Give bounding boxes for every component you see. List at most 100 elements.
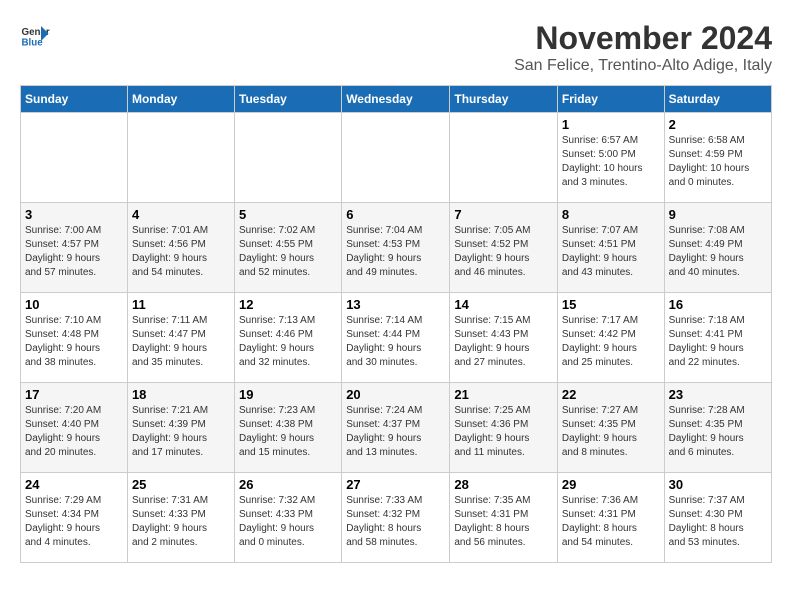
calendar-cell: 17Sunrise: 7:20 AM Sunset: 4:40 PM Dayli… <box>21 383 128 473</box>
header-tuesday: Tuesday <box>235 86 342 113</box>
calendar-cell: 1 Sunrise: 6:57 AM Sunset: 5:00 PM Daylig… <box>557 113 664 203</box>
day-info: Sunrise: 7:24 AM Sunset: 4:37 PM Dayligh… <box>346 404 445 460</box>
calendar-cell: 21 Sunrise: 7:25 AM Sunset: 4:36 PM Dayli… <box>450 383 558 473</box>
day-number: 23 <box>669 387 767 402</box>
calendar-cell: 4 Sunrise: 7:01 AM Sunset: 4:56 PM Daylig… <box>127 203 234 293</box>
day-number: 3 <box>25 207 123 222</box>
day-number: 8 <box>562 207 660 222</box>
day-number: 25 <box>132 477 230 492</box>
header-saturday: Saturday <box>664 86 771 113</box>
day-info: Sunrise: 7:36 AM Sunset: 4:31 PM Dayligh… <box>562 494 660 550</box>
day-info: Sunrise: 7:05 AM Sunset: 4:52 PM Dayligh… <box>454 224 553 280</box>
day-info: Sunrise: 7:08 AM Sunset: 4:49 PM Dayligh… <box>669 224 767 280</box>
calendar-header-row: SundayMondayTuesdayWednesdayThursdayFrid… <box>21 86 772 113</box>
day-number: 18 <box>132 387 230 402</box>
calendar-cell: 29 Sunrise: 7:36 AM Sunset: 4:31 PM Dayli… <box>557 473 664 563</box>
day-info: Sunrise: 7:15 AM Sunset: 4:43 PM Dayligh… <box>454 314 553 370</box>
day-number: 20 <box>346 387 445 402</box>
day-info: Sunrise: 7:33 AM Sunset: 4:32 PM Dayligh… <box>346 494 445 550</box>
svg-text:Blue: Blue <box>22 38 44 49</box>
header-sunday: Sunday <box>21 86 128 113</box>
day-info: Sunrise: 7:29 AM Sunset: 4:34 PM Dayligh… <box>25 494 123 550</box>
calendar-cell: 22 Sunrise: 7:27 AM Sunset: 4:35 PM Dayli… <box>557 383 664 473</box>
day-info: Sunrise: 7:13 AM Sunset: 4:46 PM Dayligh… <box>239 314 337 370</box>
title-block: November 2024 San Felice, Trentino-Alto … <box>514 20 772 75</box>
day-number: 9 <box>669 207 767 222</box>
calendar-cell: 27 Sunrise: 7:33 AM Sunset: 4:32 PM Dayli… <box>342 473 450 563</box>
calendar-week-1: 1 Sunrise: 6:57 AM Sunset: 5:00 PM Daylig… <box>21 113 772 203</box>
calendar-week-2: 3 Sunrise: 7:00 AM Sunset: 4:57 PM Daylig… <box>21 203 772 293</box>
day-number: 7 <box>454 207 553 222</box>
day-info: Sunrise: 6:57 AM Sunset: 5:00 PM Dayligh… <box>562 134 660 190</box>
day-number: 22 <box>562 387 660 402</box>
page-title: November 2024 <box>514 20 772 57</box>
day-number: 4 <box>132 207 230 222</box>
calendar-cell: 8 Sunrise: 7:07 AM Sunset: 4:51 PM Daylig… <box>557 203 664 293</box>
calendar-cell: 20 Sunrise: 7:24 AM Sunset: 4:37 PM Dayli… <box>342 383 450 473</box>
calendar-cell: 19Sunrise: 7:23 AM Sunset: 4:38 PM Dayli… <box>235 383 342 473</box>
day-info: Sunrise: 7:14 AM Sunset: 4:44 PM Dayligh… <box>346 314 445 370</box>
day-info: Sunrise: 7:02 AM Sunset: 4:55 PM Dayligh… <box>239 224 337 280</box>
calendar-cell: 14 Sunrise: 7:15 AM Sunset: 4:43 PM Dayli… <box>450 293 558 383</box>
calendar-week-4: 17Sunrise: 7:20 AM Sunset: 4:40 PM Dayli… <box>21 383 772 473</box>
day-number: 14 <box>454 297 553 312</box>
day-number: 24 <box>25 477 123 492</box>
calendar-cell: 26 Sunrise: 7:32 AM Sunset: 4:33 PM Dayli… <box>235 473 342 563</box>
day-info: Sunrise: 7:04 AM Sunset: 4:53 PM Dayligh… <box>346 224 445 280</box>
header-thursday: Thursday <box>450 86 558 113</box>
header-friday: Friday <box>557 86 664 113</box>
calendar-cell: 12Sunrise: 7:13 AM Sunset: 4:46 PM Dayli… <box>235 293 342 383</box>
calendar-cell: 7 Sunrise: 7:05 AM Sunset: 4:52 PM Daylig… <box>450 203 558 293</box>
logo-icon: General Blue <box>20 20 50 50</box>
day-number: 27 <box>346 477 445 492</box>
calendar-cell: 15Sunrise: 7:17 AM Sunset: 4:42 PM Dayli… <box>557 293 664 383</box>
calendar-cell <box>21 113 128 203</box>
day-info: Sunrise: 7:10 AM Sunset: 4:48 PM Dayligh… <box>25 314 123 370</box>
day-number: 6 <box>346 207 445 222</box>
day-number: 30 <box>669 477 767 492</box>
calendar-cell: 6 Sunrise: 7:04 AM Sunset: 4:53 PM Daylig… <box>342 203 450 293</box>
day-info: Sunrise: 7:01 AM Sunset: 4:56 PM Dayligh… <box>132 224 230 280</box>
day-number: 2 <box>669 117 767 132</box>
day-number: 21 <box>454 387 553 402</box>
day-number: 11 <box>132 297 230 312</box>
day-info: Sunrise: 7:31 AM Sunset: 4:33 PM Dayligh… <box>132 494 230 550</box>
calendar-cell: 23 Sunrise: 7:28 AM Sunset: 4:35 PM Dayli… <box>664 383 771 473</box>
header-wednesday: Wednesday <box>342 86 450 113</box>
calendar-cell: 3 Sunrise: 7:00 AM Sunset: 4:57 PM Daylig… <box>21 203 128 293</box>
calendar-cell: 30Sunrise: 7:37 AM Sunset: 4:30 PM Dayli… <box>664 473 771 563</box>
page-header: General Blue November 2024 San Felice, T… <box>20 20 772 75</box>
calendar-cell <box>450 113 558 203</box>
calendar-cell <box>342 113 450 203</box>
calendar-week-3: 10 Sunrise: 7:10 AM Sunset: 4:48 PM Dayli… <box>21 293 772 383</box>
day-number: 13 <box>346 297 445 312</box>
day-info: Sunrise: 7:07 AM Sunset: 4:51 PM Dayligh… <box>562 224 660 280</box>
page-subtitle: San Felice, Trentino-Alto Adige, Italy <box>514 57 772 75</box>
day-number: 26 <box>239 477 337 492</box>
calendar-cell: 28 Sunrise: 7:35 AM Sunset: 4:31 PM Dayli… <box>450 473 558 563</box>
day-info: Sunrise: 7:27 AM Sunset: 4:35 PM Dayligh… <box>562 404 660 460</box>
day-info: Sunrise: 7:32 AM Sunset: 4:33 PM Dayligh… <box>239 494 337 550</box>
calendar-cell: 24 Sunrise: 7:29 AM Sunset: 4:34 PM Dayli… <box>21 473 128 563</box>
day-info: Sunrise: 7:25 AM Sunset: 4:36 PM Dayligh… <box>454 404 553 460</box>
day-number: 5 <box>239 207 337 222</box>
calendar-cell: 5 Sunrise: 7:02 AM Sunset: 4:55 PM Daylig… <box>235 203 342 293</box>
day-number: 1 <box>562 117 660 132</box>
day-info: Sunrise: 7:18 AM Sunset: 4:41 PM Dayligh… <box>669 314 767 370</box>
day-number: 28 <box>454 477 553 492</box>
day-info: Sunrise: 7:28 AM Sunset: 4:35 PM Dayligh… <box>669 404 767 460</box>
day-info: Sunrise: 7:21 AM Sunset: 4:39 PM Dayligh… <box>132 404 230 460</box>
day-number: 15 <box>562 297 660 312</box>
day-number: 17 <box>25 387 123 402</box>
calendar-cell: 18 Sunrise: 7:21 AM Sunset: 4:39 PM Dayli… <box>127 383 234 473</box>
day-info: Sunrise: 7:35 AM Sunset: 4:31 PM Dayligh… <box>454 494 553 550</box>
calendar-cell: 11 Sunrise: 7:11 AM Sunset: 4:47 PM Dayli… <box>127 293 234 383</box>
day-number: 19 <box>239 387 337 402</box>
day-number: 10 <box>25 297 123 312</box>
day-number: 29 <box>562 477 660 492</box>
day-info: Sunrise: 7:11 AM Sunset: 4:47 PM Dayligh… <box>132 314 230 370</box>
calendar-cell: 13 Sunrise: 7:14 AM Sunset: 4:44 PM Dayli… <box>342 293 450 383</box>
day-info: Sunrise: 7:00 AM Sunset: 4:57 PM Dayligh… <box>25 224 123 280</box>
header-monday: Monday <box>127 86 234 113</box>
calendar-cell: 2Sunrise: 6:58 AM Sunset: 4:59 PM Daylig… <box>664 113 771 203</box>
